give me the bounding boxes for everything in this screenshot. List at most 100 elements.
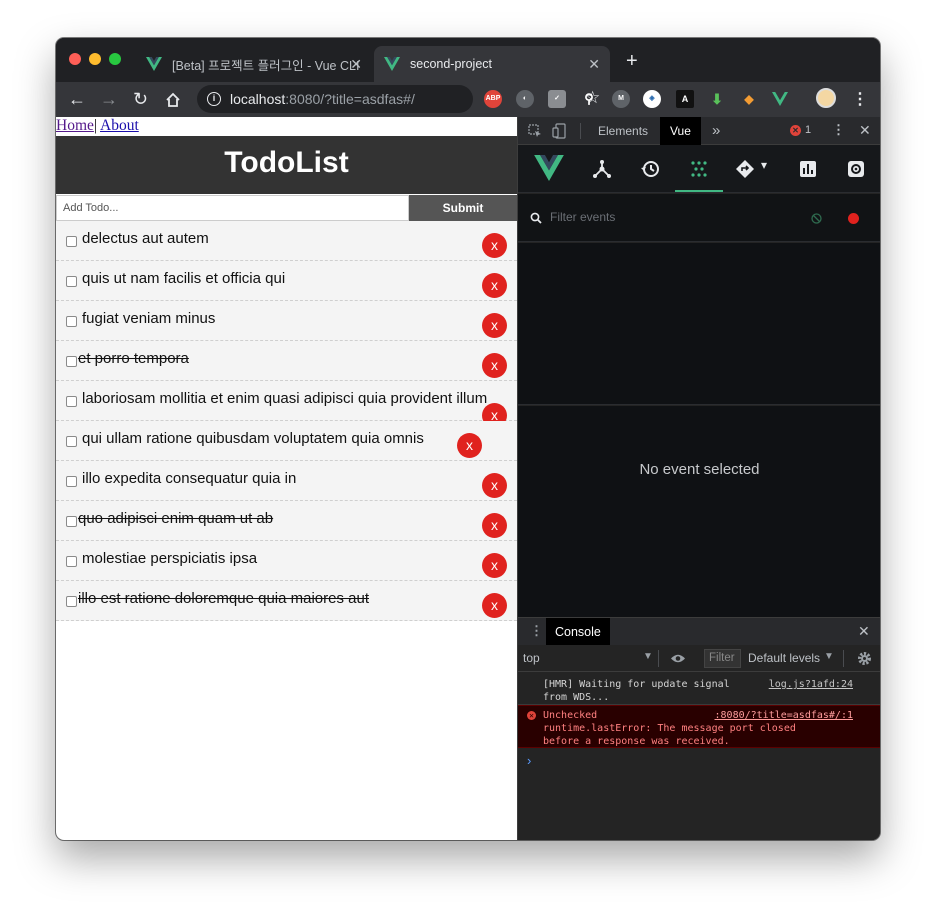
error-icon[interactable]: ✕ bbox=[790, 125, 801, 136]
context-selector[interactable]: top bbox=[523, 651, 540, 665]
vue-devtools-extension-icon[interactable] bbox=[772, 92, 788, 106]
settings-icon[interactable] bbox=[846, 159, 866, 179]
chevron-down-icon[interactable]: ▾ bbox=[761, 158, 767, 172]
todo-title: molestiae perspiciatis ipsa bbox=[82, 550, 258, 567]
todo-title: quo adipisci enim quam ut ab bbox=[78, 510, 274, 527]
extension-icon[interactable]: ◐ bbox=[516, 90, 534, 108]
todo-checkbox[interactable] bbox=[66, 596, 77, 607]
event-inspector: No event selected bbox=[518, 406, 880, 617]
divider bbox=[843, 650, 844, 667]
todo-checkbox[interactable] bbox=[66, 516, 77, 527]
tab-vue[interactable]: Vue bbox=[660, 117, 701, 145]
todo-checkbox[interactable] bbox=[66, 556, 77, 567]
add-todo-input[interactable] bbox=[56, 195, 409, 221]
todo-title: illo expedita consequatur quia in bbox=[82, 470, 297, 487]
more-tabs-icon[interactable]: » bbox=[712, 117, 720, 145]
performance-icon[interactable] bbox=[799, 160, 817, 178]
address-bar[interactable]: i localhost:8080/?title=asdfas#/ ☆ bbox=[197, 85, 600, 113]
delete-todo-button[interactable]: x bbox=[482, 273, 507, 298]
submit-button[interactable]: Submit bbox=[409, 195, 517, 221]
close-drawer-icon[interactable]: ✕ bbox=[858, 623, 870, 640]
shield-extension-icon[interactable]: ◈ bbox=[643, 90, 661, 108]
back-icon[interactable]: ← bbox=[68, 88, 86, 110]
todo-checkbox[interactable] bbox=[66, 356, 77, 367]
todo-title: fugiat veniam minus bbox=[82, 310, 216, 327]
devtools-tab-bar: Elements Vue » ✕ 1 ⋮ ✕ bbox=[518, 117, 880, 145]
home-link[interactable]: Home bbox=[56, 117, 94, 134]
tab-console[interactable]: Console bbox=[546, 618, 610, 646]
vue-logo-icon bbox=[146, 57, 162, 71]
delete-todo-button[interactable]: x bbox=[482, 513, 507, 538]
console-toolbar: top ▼ Filter Default levels ▼ bbox=[518, 645, 880, 672]
todo-checkbox[interactable] bbox=[66, 476, 77, 487]
error-icon: ✕ bbox=[527, 711, 536, 720]
divider bbox=[580, 123, 581, 139]
console-settings-icon[interactable] bbox=[857, 651, 872, 666]
maximize-window-button[interactable] bbox=[109, 53, 121, 65]
console-message-log: [HMR] Waiting for update signal from WDS… bbox=[518, 675, 880, 705]
search-extension-icon[interactable]: ⚲ bbox=[580, 90, 598, 108]
console-message-source-link[interactable]: log.js?1afd:24 bbox=[769, 678, 853, 691]
error-count[interactable]: 1 bbox=[805, 124, 811, 136]
browser-toolbar: ← → ↻ i localhost:8080/?title=asdfas#/ ☆… bbox=[56, 82, 880, 117]
minimize-window-button[interactable] bbox=[89, 53, 101, 65]
profile-avatar[interactable] bbox=[816, 88, 836, 108]
extension-icon[interactable]: M bbox=[612, 90, 630, 108]
browser-menu-icon[interactable]: ⋮ bbox=[852, 89, 868, 109]
metamask-extension-icon[interactable]: ◆ bbox=[740, 90, 758, 108]
close-tab-icon[interactable]: ✕ bbox=[350, 56, 362, 73]
close-devtools-icon[interactable]: ✕ bbox=[859, 122, 871, 139]
devtools-menu-icon[interactable]: ⋮ bbox=[832, 122, 845, 138]
todo-item: quis ut nam facilis et officia qui x bbox=[56, 261, 517, 301]
delete-todo-button[interactable]: x bbox=[482, 353, 507, 378]
reload-icon[interactable]: ↻ bbox=[133, 88, 148, 110]
delete-todo-button[interactable]: x bbox=[482, 473, 507, 498]
todo-item: molestiae perspiciatis ipsa x bbox=[56, 541, 517, 581]
download-extension-icon[interactable]: ⬇ bbox=[708, 90, 726, 108]
events-icon[interactable] bbox=[689, 159, 709, 179]
todo-checkbox[interactable] bbox=[66, 396, 77, 407]
todo-checkbox[interactable] bbox=[66, 276, 77, 287]
delete-todo-button[interactable]: x bbox=[482, 593, 507, 618]
components-icon[interactable] bbox=[592, 159, 612, 179]
device-toolbar-icon[interactable] bbox=[552, 123, 566, 139]
close-tab-icon[interactable]: ✕ bbox=[588, 56, 600, 73]
extension-icon[interactable]: A bbox=[676, 90, 694, 108]
todo-checkbox[interactable] bbox=[66, 236, 77, 247]
clear-events-icon[interactable] bbox=[811, 213, 822, 224]
browser-tab-vue-cli[interactable]: [Beta] 프로젝트 플러그인 - Vue CLI ✕ bbox=[136, 46, 372, 82]
delete-todo-button[interactable]: x bbox=[482, 553, 507, 578]
record-events-icon[interactable] bbox=[848, 213, 859, 224]
console-message-source-link[interactable]: :8080/?title=asdfas#/:1 bbox=[715, 709, 853, 722]
chevron-down-icon[interactable]: ▼ bbox=[824, 651, 834, 662]
drawer-menu-icon[interactable]: ⋮ bbox=[530, 623, 543, 639]
todo-checkbox[interactable] bbox=[66, 316, 77, 327]
history-icon[interactable] bbox=[640, 159, 660, 179]
about-link[interactable]: About bbox=[100, 117, 139, 134]
delete-todo-button[interactable]: x bbox=[482, 313, 507, 338]
todo-title: illo est ratione doloremque quia maiores… bbox=[78, 590, 369, 607]
close-window-button[interactable] bbox=[69, 53, 81, 65]
event-filter-input[interactable]: Filter events bbox=[550, 210, 615, 224]
router-icon[interactable] bbox=[735, 159, 755, 179]
tab-elements[interactable]: Elements bbox=[598, 117, 648, 145]
browser-tab-second-project[interactable]: second-project ✕ bbox=[374, 46, 610, 82]
adblock-extension-icon[interactable]: ABP bbox=[484, 90, 502, 108]
tab-strip: [Beta] 프로젝트 플러그인 - Vue CLI ✕ second-proj… bbox=[56, 38, 880, 82]
delete-todo-button[interactable]: x bbox=[482, 233, 507, 258]
chevron-down-icon[interactable]: ▼ bbox=[643, 651, 653, 662]
inspect-element-icon[interactable] bbox=[528, 124, 542, 138]
log-levels-dropdown[interactable]: Default levels bbox=[748, 651, 820, 665]
forward-icon[interactable]: → bbox=[100, 88, 118, 110]
todo-checkbox[interactable] bbox=[66, 436, 77, 447]
console-prompt[interactable]: › bbox=[527, 753, 531, 768]
delete-todo-button[interactable]: x bbox=[457, 433, 482, 458]
home-icon[interactable] bbox=[165, 92, 181, 108]
todo-item: illo est ratione doloremque quia maiores… bbox=[56, 581, 517, 621]
console-filter-input[interactable]: Filter bbox=[704, 649, 741, 668]
new-tab-button[interactable]: + bbox=[626, 51, 638, 71]
extension-icon[interactable]: ✓ bbox=[548, 90, 566, 108]
site-info-icon[interactable]: i bbox=[207, 92, 221, 106]
eye-icon[interactable] bbox=[670, 653, 686, 664]
browser-window: [Beta] 프로젝트 플러그인 - Vue CLI ✕ second-proj… bbox=[56, 38, 880, 840]
